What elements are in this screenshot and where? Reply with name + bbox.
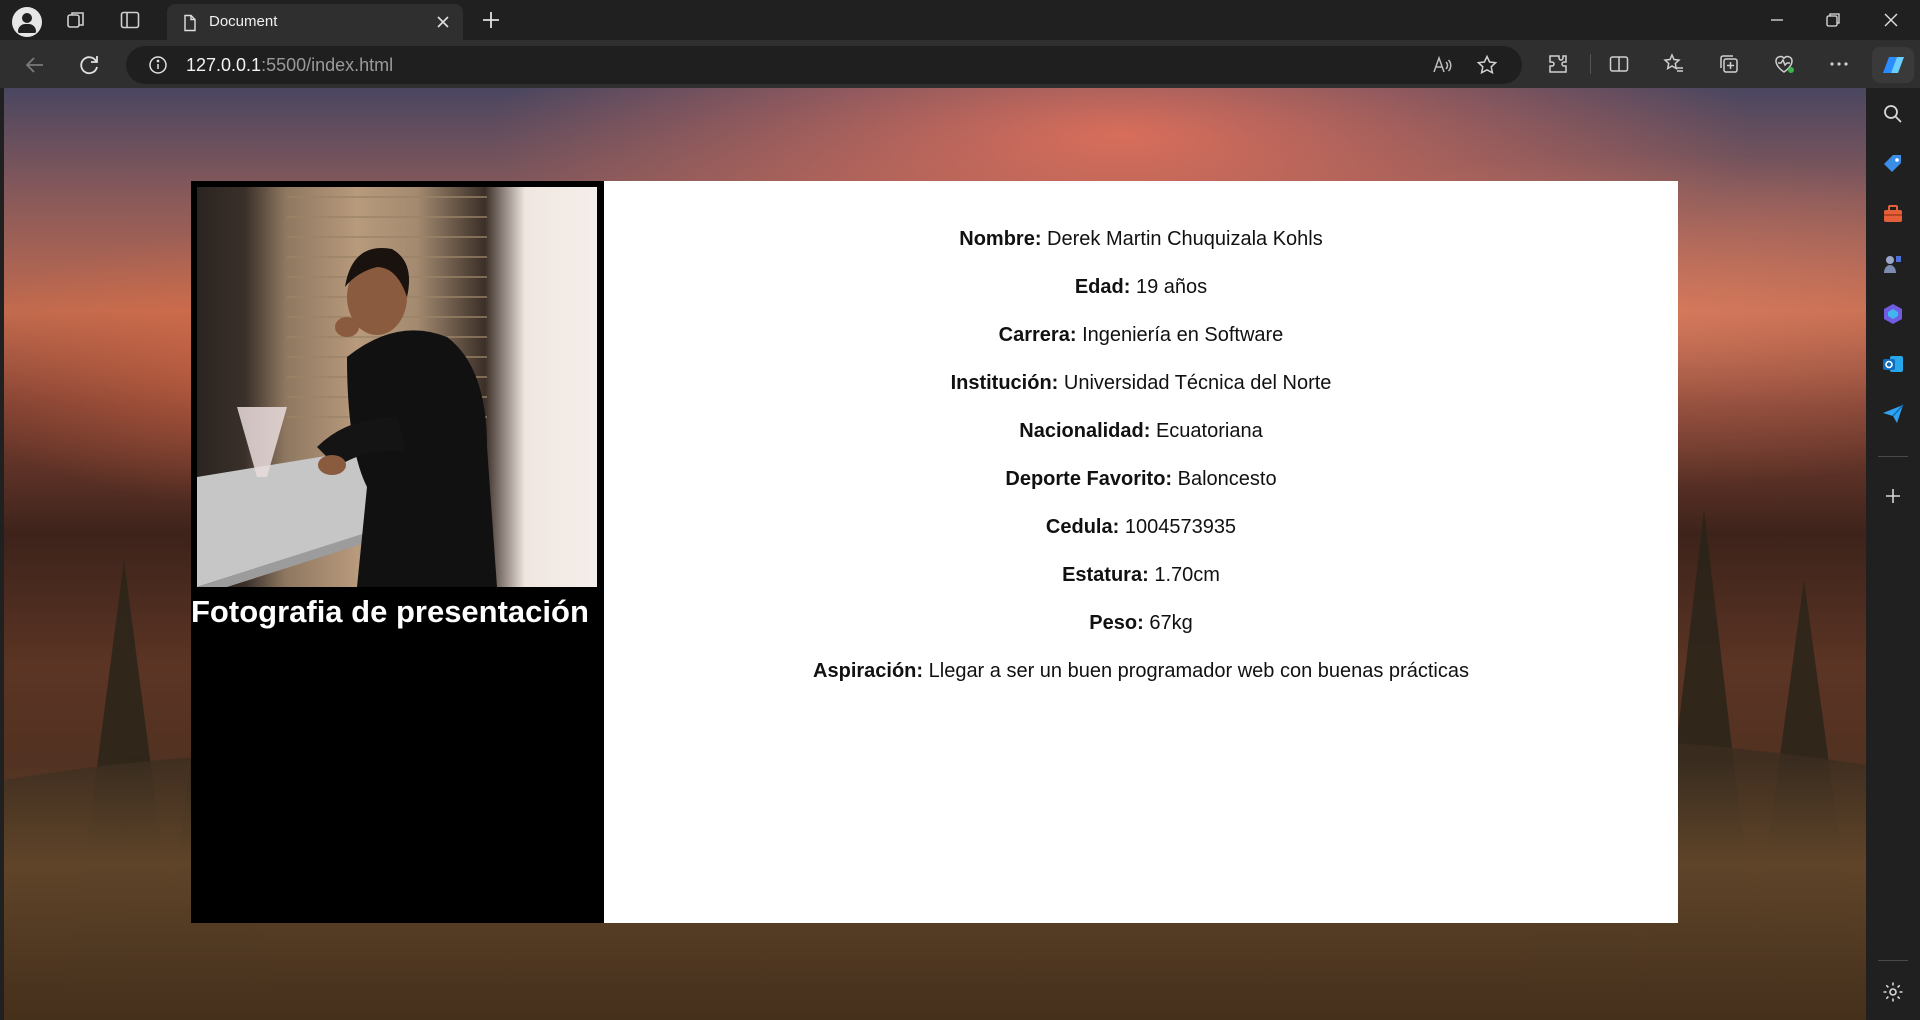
- minimize-icon[interactable]: [1765, 8, 1789, 32]
- copilot-icon[interactable]: [1872, 47, 1914, 83]
- url-host: 127.0.0.1: [186, 55, 262, 75]
- field-label: Institución:: [950, 372, 1059, 394]
- info-row-edad: Edad: 19 años: [604, 275, 1678, 323]
- field-value: Ingeniería en Software: [1082, 324, 1284, 346]
- extensions-icon[interactable]: [1546, 52, 1570, 76]
- more-icon[interactable]: [1827, 52, 1851, 76]
- field-value: Llegar a ser un buen programador web con…: [928, 660, 1469, 682]
- vertical-tabs-icon[interactable]: [118, 8, 142, 32]
- photo-caption: Fotografia de presentación: [191, 594, 589, 629]
- info-row-deporte: Deporte Favorito: Baloncesto: [604, 467, 1678, 515]
- collections-icon[interactable]: [1717, 52, 1741, 76]
- info-icon[interactable]: [148, 55, 168, 75]
- settings-icon[interactable]: [1881, 980, 1905, 1004]
- back-icon[interactable]: [22, 52, 48, 78]
- profile-icon[interactable]: [12, 7, 42, 37]
- url-path: :5500/index.html: [261, 55, 394, 75]
- field-label: Edad:: [1074, 276, 1131, 298]
- tab-bar: Document: [0, 0, 1920, 40]
- info-list: Nombre: Derek Martin Chuquizala Kohls Ed…: [604, 227, 1678, 707]
- sidebar-divider: [1878, 960, 1908, 961]
- browser-essentials-icon[interactable]: [1772, 52, 1796, 76]
- field-label: Cedula:: [1045, 516, 1120, 538]
- address-bar: 127.0.0.1:5500/index.html: [0, 40, 1920, 88]
- games-icon[interactable]: [1881, 252, 1905, 276]
- field-label: Estatura:: [1062, 564, 1149, 586]
- refresh-icon[interactable]: [76, 52, 102, 78]
- document-icon: [181, 14, 199, 32]
- edge-sidebar: [1866, 88, 1920, 1020]
- toolbar-divider: [1590, 54, 1591, 74]
- workspaces-icon[interactable]: [64, 8, 88, 32]
- read-aloud-icon[interactable]: [1431, 54, 1453, 76]
- url-text: 127.0.0.1:5500/index.html: [186, 55, 393, 76]
- field-value: 19 años: [1135, 276, 1208, 298]
- send-icon[interactable]: [1881, 402, 1905, 426]
- search-icon[interactable]: [1881, 102, 1905, 126]
- info-row-nacionalidad: Nacionalidad: Ecuatoriana: [604, 419, 1678, 467]
- profile-photo-illustration: [197, 196, 497, 587]
- shopping-icon[interactable]: [1881, 152, 1905, 176]
- field-value: 67kg: [1149, 612, 1193, 634]
- info-row-estatura: Estatura: 1.70cm: [604, 563, 1678, 611]
- field-label: Deporte Favorito:: [1005, 468, 1173, 490]
- tab-title: Document: [209, 13, 278, 30]
- field-value: Universidad Técnica del Norte: [1063, 372, 1332, 394]
- add-icon[interactable]: [1881, 484, 1905, 508]
- tab-document[interactable]: Document: [167, 4, 463, 40]
- favorite-star-icon[interactable]: [1476, 54, 1498, 76]
- field-value: Ecuatoriana: [1155, 420, 1263, 442]
- info-panel: Nombre: Derek Martin Chuquizala Kohls Ed…: [604, 181, 1678, 923]
- profile-card: Fotografia de presentación Nombre: Derek…: [191, 181, 1678, 923]
- plus-icon[interactable]: [479, 8, 503, 32]
- photo-panel: Fotografia de presentación: [191, 181, 604, 923]
- microsoft-365-icon[interactable]: [1881, 302, 1905, 326]
- address-input[interactable]: 127.0.0.1:5500/index.html: [126, 46, 1522, 84]
- sidebar-divider: [1878, 456, 1908, 457]
- field-label: Peso:: [1089, 612, 1144, 634]
- info-row-nombre: Nombre: Derek Martin Chuquizala Kohls: [604, 227, 1678, 275]
- field-value: Baloncesto: [1177, 468, 1277, 490]
- close-window-icon[interactable]: [1879, 8, 1903, 32]
- outlook-icon[interactable]: [1881, 352, 1905, 376]
- close-icon[interactable]: [433, 12, 453, 32]
- restore-icon[interactable]: [1821, 8, 1845, 32]
- field-label: Nacionalidad:: [1019, 420, 1151, 442]
- favorites-icon[interactable]: [1662, 52, 1686, 76]
- tools-icon[interactable]: [1881, 202, 1905, 226]
- page-viewport: Fotografia de presentación Nombre: Derek…: [4, 88, 1866, 1020]
- info-row-carrera: Carrera: Ingeniería en Software: [604, 323, 1678, 371]
- field-label: Nombre:: [959, 228, 1042, 250]
- info-row-institucion: Institución: Universidad Técnica del Nor…: [604, 371, 1678, 419]
- field-label: Carrera:: [998, 324, 1077, 346]
- field-value: 1004573935: [1124, 516, 1237, 538]
- split-screen-icon[interactable]: [1607, 52, 1631, 76]
- info-row-peso: Peso: 67kg: [604, 611, 1678, 659]
- profile-photo: [197, 187, 597, 587]
- field-value: 1.70cm: [1154, 564, 1220, 586]
- field-value: Derek Martin Chuquizala Kohls: [1047, 228, 1323, 250]
- info-row-cedula: Cedula: 1004573935: [604, 515, 1678, 563]
- field-label: Aspiración:: [813, 660, 924, 682]
- info-row-aspiracion: Aspiración: Llegar a ser un buen program…: [604, 659, 1678, 707]
